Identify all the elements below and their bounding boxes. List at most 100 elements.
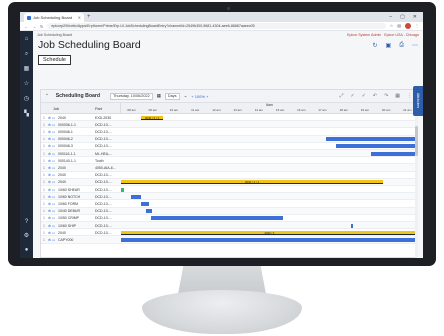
reload-icon[interactable]: ↻ [40,24,43,29]
back-icon[interactable]: ← [24,24,28,29]
job-expand-icon[interactable]: ⊕ ▭ [48,144,55,148]
row-number: 1 [43,209,45,214]
part-cell: DCD-10-... [95,137,112,142]
table-row[interactable]: 1 ⊕ ▭ 000140-1-1 Tooth [41,157,418,165]
board-menu-icon[interactable]: ⋮ [407,93,412,99]
table-row[interactable]: 1 ⊕ ▭ 10/40 DEBUR DCD-10-... [41,207,418,215]
attributes-side-tab[interactable]: Attributes [413,86,423,116]
settings-icon[interactable]: ⚙ [23,232,31,240]
job-expand-icon[interactable]: ⊕ ▭ [48,173,55,177]
redo-icon[interactable]: ↷ [384,93,388,99]
job-expand-icon[interactable]: ⊕ ▭ [48,202,55,206]
gantt-bar[interactable] [121,237,418,243]
profile-avatar[interactable] [405,23,411,29]
undo-icon[interactable]: ↶ [373,93,377,99]
expand-icon[interactable]: ⤢ [339,93,343,99]
table-row[interactable]: 1 ⊕ ▭ 000036-1-1 DCD-10-... [41,121,418,129]
apps-icon[interactable]: ▦ [23,65,31,73]
job-expand-icon[interactable]: ⊕ ▭ [48,216,55,220]
job-expand-icon[interactable]: ⊕ ▭ [48,137,55,141]
table-row[interactable]: 1 ⊕ ▭ 10/60 SHEAR DCD-10-... [41,186,418,194]
gantt-bar[interactable] [371,151,418,156]
gantt-bar[interactable] [141,201,149,207]
vertical-scrollbar[interactable] [415,116,418,258]
search-icon[interactable]: ⌕ [23,50,31,58]
table-row[interactable]: 1 ⊕ ▭ 000116-1-1 ML-HEA-... [41,150,418,158]
check-all-icon[interactable]: ✓ [362,93,366,99]
new-tab-button[interactable]: + [87,14,91,20]
gantt-bar[interactable]: 2040 / 1 / 1 [141,115,163,120]
session-user[interactable]: Epicor System Admin [347,33,381,37]
job-expand-icon[interactable]: ⊕ ▭ [48,224,55,228]
close-window-icon[interactable]: ✕ [413,14,417,20]
job-expand-icon[interactable]: ⊕ ▭ [48,188,55,192]
job-expand-icon[interactable]: ⊕ ▭ [48,209,55,213]
view-select[interactable]: Days [164,92,180,100]
job-expand-icon[interactable]: ⊕ ▭ [48,238,55,242]
job-expand-icon[interactable]: ⊕ ▭ [48,166,55,170]
table-row[interactable]: 1 ⊕ ▭ 2040 DCD-10-... [41,172,418,179]
more-icon[interactable]: ⋯ [412,42,418,49]
job-expand-icon[interactable]: ⊕ ▭ [48,180,55,184]
browser-menu-icon[interactable]: ⋮ [415,23,419,29]
schedule-button[interactable]: Schedule [38,55,71,65]
job-expand-icon[interactable]: ⊕ ▭ [48,130,55,134]
forward-icon[interactable]: → [32,24,36,29]
part-column-header[interactable]: Part [95,107,102,111]
gantt-bar[interactable]: 2040 / 1 / 1 [121,180,383,185]
history-icon[interactable]: ◷ [23,95,31,103]
date-field[interactable]: Thursday, 10/06/2022 [110,92,153,100]
maximize-icon[interactable]: ▢ [400,14,405,20]
job-expand-icon[interactable]: ⊕ ▭ [48,123,55,127]
favorites-icon[interactable]: ☆ [23,80,31,88]
job-expand-icon[interactable]: ⊕ ▭ [48,159,55,163]
session-info: Epicor System Admin Epicor USA - Chicago [347,33,419,37]
zoom-control[interactable]: + 100% + [191,94,208,99]
gantt-bar[interactable] [131,194,141,199]
job-expand-icon[interactable]: ⊕ ▭ [48,195,55,199]
job-column-header[interactable]: Job [53,107,59,111]
view-chevron-icon[interactable]: ⌄ [184,93,188,99]
job-expand-icon[interactable]: ⊕ ▭ [48,152,55,156]
gantt-bar[interactable]: 2040 / 1 [121,230,418,235]
job-expand-icon[interactable]: ⊕ ▭ [48,116,55,120]
scroll-thumb[interactable] [415,126,418,156]
user-icon[interactable]: ● [23,246,31,254]
help-icon[interactable]: ? [23,218,31,226]
check-icon[interactable]: ✓ [350,93,354,99]
gantt-bar[interactable] [351,223,353,228]
close-tab-icon[interactable]: ✕ [78,15,81,20]
collapse-icon[interactable]: ⌃ [45,93,49,99]
breadcrumb-current[interactable]: Job Scheduling Board [37,33,72,37]
gantt-bar[interactable] [151,216,283,221]
star-icon[interactable]: ☆ [390,23,394,29]
browser-tab[interactable]: Job Scheduling Board ✕ [24,13,84,22]
table-row[interactable]: 1 ⊕ ▭ 10/60 FORM DCD-10-... [41,200,418,208]
gantt-grid: Job Part 6am 08 am 09 am 10 am 11 am 12 am 13… [41,103,418,258]
row-number: 1 [43,194,45,199]
gantt-bar[interactable] [121,187,124,192]
part-cell: DCD-10-... [95,223,112,228]
part-cell: DCD-10-... [95,230,112,235]
row-number: 1 [43,216,45,221]
calendar-icon[interactable]: ▦ [157,93,161,99]
gantt-bar[interactable] [326,137,418,142]
home-icon[interactable]: ⌂ [23,35,31,43]
grid-icon[interactable]: ▦ [395,93,400,99]
refresh-icon[interactable]: ↻ [372,42,377,49]
table-row[interactable]: 1 ⊕ ▭ 000046-1 DCD-10-... [41,128,418,136]
table-row[interactable]: 1 ⊕ ▭ 2040 4050-AIA-6... [41,164,418,172]
url-field[interactable]: epicorp2/Kinetic/Apps/ErpHome/Prime/Erp.… [47,23,386,29]
job-expand-icon[interactable]: ⊕ ▭ [48,231,55,235]
extensions-icon[interactable]: ▤ [397,23,401,29]
save-icon[interactable]: ▣ [386,42,392,49]
gantt-bar[interactable] [146,209,152,214]
print-icon[interactable]: ⎙ [399,42,404,49]
session-company[interactable]: Epicor USA - Chicago [384,33,419,37]
dashboard-icon[interactable]: ▚ [23,110,31,118]
minimize-icon[interactable]: – [389,14,392,20]
table-row[interactable]: 1 ⊕ ▭ 10/60 NOTCH DCD-10-... [41,193,418,201]
table-row[interactable]: 1 ⊕ ▭ 10/60 SHIP DCD-10-... [41,222,418,230]
gantt-bar[interactable] [336,144,418,149]
table-row[interactable]: 1 ⊕ ▭ 2040 EXD-2030 [41,114,418,122]
